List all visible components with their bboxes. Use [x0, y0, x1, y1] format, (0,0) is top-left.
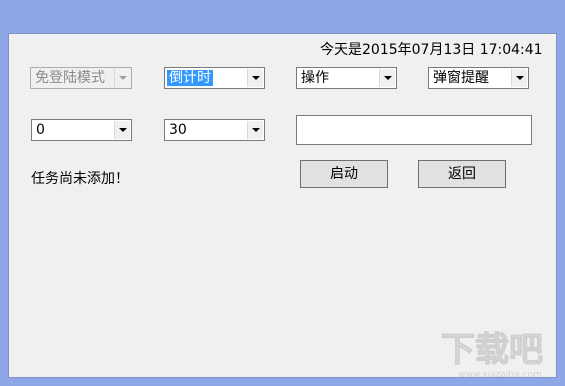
- current-datetime: 今天是2015年07月13日 17:04:41: [320, 42, 543, 58]
- watermark-url: www.xiazaiba.com: [458, 370, 542, 380]
- watermark-logo: 下载吧 www.xiazaiba.com: [430, 325, 554, 381]
- chevron-down-icon: [384, 76, 392, 80]
- hours-select[interactable]: 0: [31, 119, 132, 141]
- back-button[interactable]: 返回: [418, 160, 506, 188]
- watermark-text: 下载吧: [441, 330, 543, 370]
- chevron-down-icon: [119, 128, 127, 132]
- action-dropdown-button[interactable]: [379, 69, 395, 87]
- hours-value: 0: [36, 122, 45, 138]
- task-status-text: 任务尚未添加！: [31, 171, 129, 187]
- action-select[interactable]: 操作: [296, 67, 397, 89]
- hours-dropdown-button[interactable]: [114, 121, 130, 139]
- timer-mode-value: 倒计时: [167, 70, 213, 86]
- action-value: 操作: [301, 70, 329, 86]
- login-mode-dropdown-button: [114, 69, 130, 87]
- login-mode-value: 免登陆模式: [35, 70, 105, 86]
- start-button[interactable]: 启动: [300, 160, 388, 188]
- chevron-down-icon: [252, 76, 260, 80]
- chevron-down-icon: [516, 76, 524, 80]
- reminder-select[interactable]: 弹窗提醒: [428, 67, 529, 89]
- minutes-select[interactable]: 30: [164, 119, 265, 141]
- reminder-dropdown-button[interactable]: [511, 69, 527, 87]
- minutes-value: 30: [169, 122, 187, 138]
- reminder-value: 弹窗提醒: [433, 70, 489, 86]
- timer-mode-dropdown-button[interactable]: [247, 69, 263, 87]
- timer-mode-select[interactable]: 倒计时: [164, 67, 265, 89]
- window-titlebar[interactable]: [0, 0, 565, 33]
- login-mode-select: 免登陆模式: [30, 67, 132, 89]
- chevron-down-icon: [119, 76, 127, 80]
- chevron-down-icon: [252, 128, 260, 132]
- message-input[interactable]: [296, 115, 532, 145]
- minutes-dropdown-button[interactable]: [247, 121, 263, 139]
- watermark-graphic: 下载吧 www.xiazaiba.com: [441, 330, 544, 381]
